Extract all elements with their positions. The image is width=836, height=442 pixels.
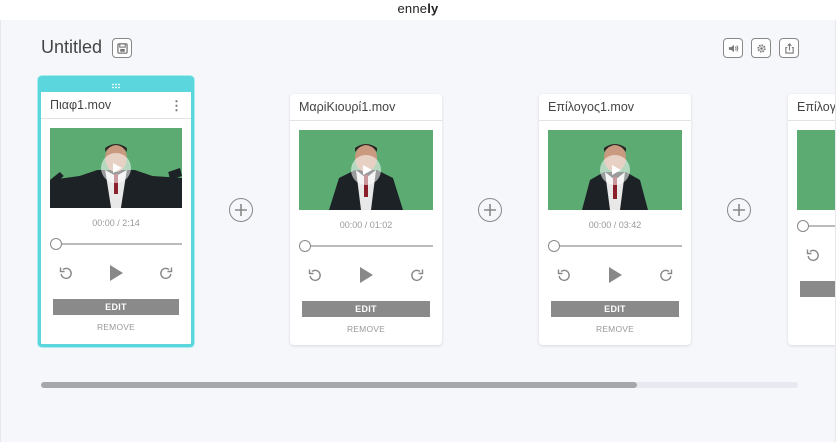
play-icon [363, 165, 372, 175]
clip-card[interactable]: Πιαφ1.mov ⋮ 00:00 / 2:14 EDIT REMOVE [38, 76, 194, 347]
play-icon [612, 165, 621, 175]
clip-filename: Πιαφ1.mov [50, 98, 112, 112]
volume-button[interactable] [723, 38, 743, 58]
project-title[interactable]: Untitled [41, 37, 102, 58]
edit-button[interactable]: EDIT [53, 299, 179, 315]
clip-time: 00:00 / 03:42 [588, 220, 642, 230]
top-bar: ennely [0, 0, 836, 20]
video-preview[interactable] [548, 130, 682, 210]
edit-button[interactable]: EDIT [551, 301, 679, 317]
video-preview[interactable] [299, 130, 433, 210]
plus-icon [733, 204, 745, 216]
playback-controls [557, 266, 673, 284]
plus-icon [484, 204, 496, 216]
settings-button[interactable] [751, 38, 771, 58]
forward-icon[interactable] [659, 268, 673, 282]
playback-controls [308, 266, 424, 284]
edit-button[interactable] [800, 281, 835, 297]
rewind-icon[interactable] [557, 268, 571, 282]
rewind-icon[interactable] [308, 268, 322, 282]
play-overlay-button[interactable] [101, 153, 131, 183]
rewind-icon[interactable] [806, 248, 820, 262]
forward-icon[interactable] [159, 266, 173, 280]
playback-controls [806, 246, 835, 264]
play-icon [113, 163, 122, 173]
add-clip-button[interactable] [727, 198, 751, 222]
clip-header: Επίλογος1.mov [539, 94, 691, 121]
slider-track [303, 245, 433, 247]
play-icon[interactable] [607, 266, 623, 284]
slider-knob[interactable] [797, 220, 809, 232]
share-icon [784, 42, 794, 54]
rewind-icon[interactable] [59, 266, 73, 280]
play-overlay-button[interactable] [600, 155, 630, 185]
remove-link[interactable]: REMOVE [41, 322, 191, 332]
volume-icon [728, 44, 738, 52]
seek-slider[interactable] [548, 240, 682, 252]
seek-slider[interactable] [50, 238, 182, 250]
clip-filename: Επίλογος1.mov [548, 100, 635, 114]
play-icon[interactable] [108, 264, 124, 282]
clip-filename: Επίλογ [797, 100, 836, 114]
video-preview[interactable] [797, 130, 835, 210]
clip-time: 00:00 / 2:14 [92, 218, 140, 228]
play-overlay-button[interactable] [351, 155, 381, 185]
horizontal-scrollbar-thumb[interactable] [41, 382, 637, 388]
clip-header: Επίλογ [788, 94, 836, 121]
brand-logo: ennely [397, 1, 439, 16]
remove-link[interactable]: REMOVE [539, 324, 691, 334]
clip-header: Πιαφ1.mov ⋮ [41, 92, 191, 119]
slider-knob[interactable] [50, 238, 62, 250]
editor-canvas: Untitled Πιαφ1.mov ⋮ 00:00 / 2:14 EDIT R… [0, 20, 836, 442]
forward-icon[interactable] [410, 268, 424, 282]
slider-knob[interactable] [299, 240, 311, 252]
video-preview[interactable] [50, 128, 182, 208]
plus-icon [235, 204, 247, 216]
clip-time: 00:00 / 01:02 [339, 220, 393, 230]
clip-filename: ΜαρiΚιουρί1.mov [299, 100, 396, 114]
add-clip-button[interactable] [478, 198, 502, 222]
more-options-icon[interactable]: ⋮ [170, 99, 183, 112]
clip-card[interactable]: Επίλογος1.mov 00:00 / 03:42 EDIT REMOVE [539, 94, 691, 345]
play-icon[interactable] [358, 266, 374, 284]
slider-track [54, 243, 182, 245]
grip-icon [112, 83, 120, 88]
slider-track [552, 245, 682, 247]
clip-card[interactable]: ΜαρiΚιουρί1.mov 00:00 / 01:02 EDIT REMOV… [290, 94, 442, 345]
seek-slider[interactable] [299, 240, 433, 252]
gear-icon [756, 43, 766, 53]
slider-knob[interactable] [548, 240, 560, 252]
clip-card[interactable]: Επίλογ [788, 94, 836, 345]
save-icon [116, 42, 128, 54]
add-clip-button[interactable] [229, 198, 253, 222]
seek-slider[interactable] [797, 220, 835, 232]
playback-controls [59, 264, 173, 282]
clip-header: ΜαρiΚιουρί1.mov [290, 94, 442, 121]
drag-handle[interactable] [41, 79, 191, 92]
edit-button[interactable]: EDIT [302, 301, 430, 317]
share-button[interactable] [779, 38, 799, 58]
remove-link[interactable]: REMOVE [290, 324, 442, 334]
save-button[interactable] [112, 38, 132, 58]
